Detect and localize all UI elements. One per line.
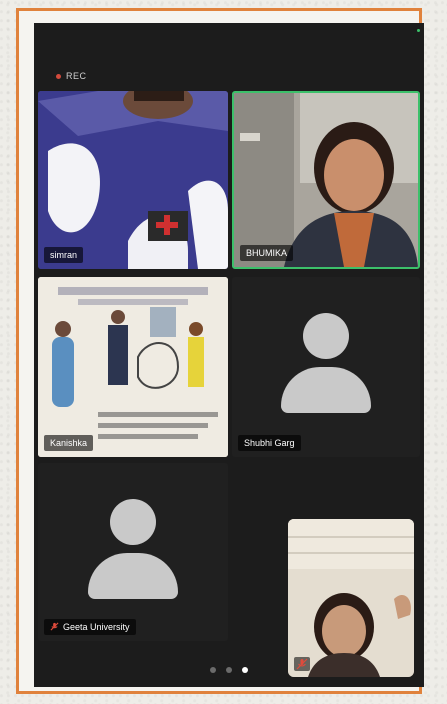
recording-label: REC (66, 71, 87, 81)
recording-dot-icon (56, 73, 61, 79)
video-call-screen: REC simran BHUMIKA Kanishka Shubhi Garg … (34, 23, 424, 687)
participant-name: simran (44, 247, 84, 263)
muted-mic-icon (50, 622, 59, 631)
participant-name: Shubhi Garg (238, 435, 301, 451)
participant-tile-bhumika[interactable]: BHUMIKA (232, 91, 420, 269)
participant-name: BHUMIKA (240, 245, 294, 261)
participant-name: Geeta University (63, 622, 130, 632)
participant-tile-shubhi-garg[interactable]: Shubhi Garg (232, 277, 420, 457)
page-indicator[interactable] (34, 667, 424, 673)
participant-avatar-icon (281, 313, 371, 413)
video-feed (38, 91, 228, 269)
video-feed (288, 519, 414, 677)
page-dot[interactable] (226, 667, 232, 673)
participant-name-label: Geeta University (44, 619, 136, 635)
participant-name: Kanishka (44, 435, 94, 451)
page-dot-active[interactable] (242, 667, 248, 673)
participant-avatar-icon (88, 499, 178, 599)
page-dot[interactable] (210, 667, 216, 673)
video-feed (234, 93, 418, 267)
video-feed (38, 277, 228, 457)
participant-tile-simran[interactable]: simran (38, 91, 228, 269)
recording-indicator: REC (56, 71, 87, 81)
participant-tile-geeta-university[interactable]: Geeta University (38, 463, 228, 641)
camera-indicator (417, 29, 420, 32)
participant-tile-kanishka[interactable]: Kanishka (38, 277, 228, 457)
self-view-tile[interactable] (288, 519, 414, 677)
